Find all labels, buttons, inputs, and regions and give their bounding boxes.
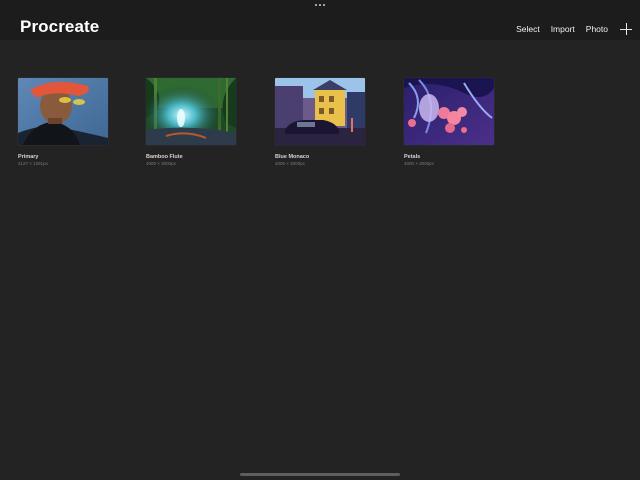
multitasking-indicator[interactable] (315, 4, 325, 7)
artwork-dimensions: 4000 × 3000px (404, 161, 434, 166)
select-button[interactable]: Select (516, 22, 540, 36)
artwork-title: Blue Monaco (275, 154, 310, 160)
artwork-title: Bamboo Flute (146, 154, 183, 160)
artwork-thumbnail[interactable] (146, 78, 236, 145)
artwork-primary[interactable]: Primary 2127 × 1291px (18, 78, 108, 167)
artwork-dimensions: 4000 × 3000px (275, 161, 305, 166)
photo-button[interactable]: Photo (586, 22, 608, 36)
artwork-title: Petals (404, 154, 421, 160)
artwork-thumbnail[interactable] (404, 78, 494, 145)
artwork-dimensions: 4000 × 3000px (146, 161, 176, 166)
artwork-thumbnail[interactable] (275, 78, 365, 145)
home-indicator[interactable] (240, 473, 400, 476)
gallery-header: Procreate Select Import Photo (0, 0, 640, 40)
artwork-title: Primary (18, 154, 39, 160)
artwork-petals[interactable]: Petals 4000 × 3000px (404, 78, 494, 167)
gallery-toolbar: Select Import Photo (505, 22, 632, 36)
plus-icon[interactable] (620, 23, 632, 35)
artwork-dimensions: 2127 × 1291px (18, 161, 48, 166)
artwork-bamboo-flute[interactable]: Bamboo Flute 4000 × 3000px (146, 78, 236, 167)
artwork-thumbnail[interactable] (18, 78, 108, 145)
artwork-blue-monaco[interactable]: Blue Monaco 4000 × 3000px (275, 78, 365, 167)
procreate-gallery-screen: Procreate Select Import Photo Primary 21… (0, 0, 640, 480)
import-button[interactable]: Import (551, 22, 575, 36)
app-title: Procreate (20, 17, 100, 36)
